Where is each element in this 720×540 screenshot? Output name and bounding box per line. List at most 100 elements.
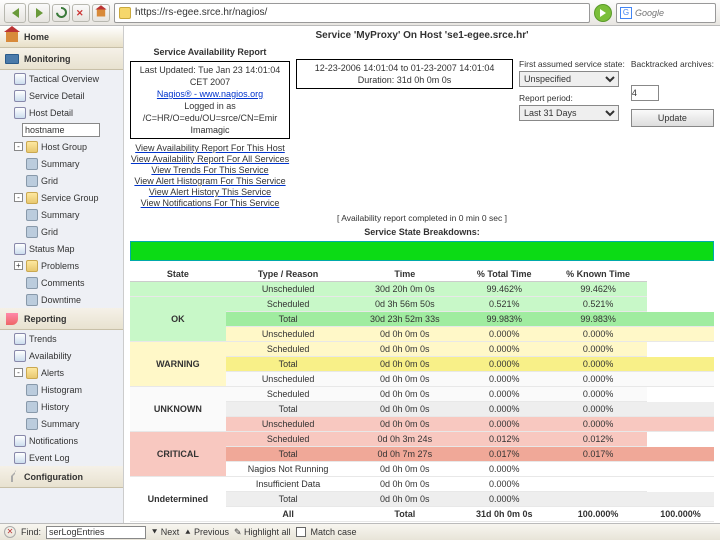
report-link[interactable]: View Alert History This Service [130,187,290,198]
find-close-button[interactable]: ✕ [4,526,16,538]
table-row: OKScheduled0d 3h 56m 50s0.521%0.521% [130,297,714,312]
sidebar-item[interactable]: Availability [0,347,123,364]
sidebar-item[interactable]: Summary [0,155,123,172]
find-input[interactable] [46,526,146,539]
cell: 0d 3h 56m 50s [350,297,459,312]
stop-icon: ✕ [76,8,86,18]
sidebar-item-icon [26,158,38,170]
sidebar-item[interactable]: Grid [0,172,123,189]
cell: 0.000% [549,357,647,372]
sidebar-item[interactable]: Event Log [0,449,123,466]
home-icon [97,9,105,16]
search-input[interactable] [635,8,705,18]
stop-button[interactable]: ✕ [72,4,90,22]
address-bar[interactable] [114,3,590,23]
cell: 0.521% [459,297,549,312]
sidebar-item-label: Histogram [41,385,82,395]
sidebar-item[interactable]: Summary [0,415,123,432]
sidebar-item[interactable]: -Service Group [0,189,123,206]
sidebar-item[interactable]: Histogram [0,381,123,398]
go-button[interactable] [594,4,612,22]
cell: 0.017% [549,447,647,462]
url-input[interactable] [135,7,585,18]
sidebar-item[interactable]: Notifications [0,432,123,449]
period-range: 12-23-2006 14:01:04 to 01-23-2007 14:01:… [301,62,508,74]
cell: Total [226,402,351,417]
sidebar-item-label: Host Group [41,142,87,152]
nagios-link[interactable]: Nagios® - www.nagios.org [135,88,285,100]
cell: 0.000% [459,462,549,477]
cell: 0d 0h 0m 0s [350,372,459,387]
col-header: % Known Time [549,267,647,282]
sidebar-head-reporting[interactable]: Reporting [0,308,123,330]
sidebar-item-label: Comments [41,278,85,288]
sidebar-item[interactable]: Comments [0,274,123,291]
browser-toolbar: ✕ G [0,0,720,26]
tree-toggle-icon[interactable]: + [14,261,23,270]
state-bar [130,241,714,261]
back-button[interactable] [4,3,26,23]
forward-button[interactable] [28,3,50,23]
report-link[interactable]: View Notifications For This Service [130,198,290,209]
sidebar-item[interactable]: Trends [0,330,123,347]
sidebar-item[interactable]: -Alerts [0,364,123,381]
sidebar-item[interactable]: - Host Group [0,138,123,155]
sidebar-head-monitoring[interactable]: Monitoring [0,48,123,70]
sidebar-item-icon [26,294,38,306]
cell: 0d 0h 0m 0s [350,387,459,402]
cell: 0.000% [549,372,647,387]
arrow-left-icon [12,8,19,18]
match-case-checkbox[interactable] [296,527,306,537]
first-state-label: First assumed service state: [519,59,625,69]
cell: 99.983% [459,312,549,327]
col-header: Type / Reason [226,267,351,282]
cell: 0.000% [459,342,549,357]
sidebar-item[interactable]: Grid [0,223,123,240]
report-link[interactable]: View Trends For This Service [130,165,290,176]
sidebar-item[interactable]: History [0,398,123,415]
logged-in: Logged in as /C=HR/O=edu/OU=srce/CN=Emir… [135,100,285,136]
sidebar-head-home[interactable]: Home [0,26,123,48]
report-link[interactable]: View Availability Report For All Service… [130,154,290,165]
sidebar-item[interactable]: Summary [0,206,123,223]
cell: 99.983% [549,312,647,327]
cell: Scheduled [226,432,351,447]
host-search-input[interactable] [22,123,100,137]
reload-button[interactable] [52,4,70,22]
report-link[interactable]: View Availability Report For This Host [130,143,290,154]
house-icon [4,29,20,45]
sidebar-item-label: Problems [41,261,79,271]
cell: 0d 0h 0m 0s [350,417,459,432]
sidebar-item-icon [26,141,38,153]
tree-toggle-icon[interactable]: - [14,368,23,377]
tree-toggle-icon[interactable]: - [14,142,23,151]
tree-toggle-icon[interactable]: - [14,193,23,202]
update-button[interactable]: Update [631,109,714,127]
backtracked-label: Backtracked archives: [631,59,714,69]
sidebar-item-label: Status Map [29,244,75,254]
sidebar-item[interactable]: Downtime [0,291,123,308]
sidebar-head-configuration[interactable]: Configuration [0,466,123,488]
sidebar-item[interactable]: + Problems [0,257,123,274]
backtracked-input[interactable] [631,85,659,101]
report-title: Service Availability Report [130,47,290,57]
find-next-button[interactable]: ⯆ Next [151,527,179,538]
sidebar-item[interactable]: Tactical Overview [0,70,123,87]
sidebar-item[interactable]: Service Detail [0,87,123,104]
state-cell: WARNING [130,342,226,387]
cell: 0.000% [459,492,549,507]
search-box[interactable]: G [616,3,716,23]
find-highlight-button[interactable]: ✎ Highlight all [234,527,291,538]
sidebar-item[interactable]: Host Detail [0,104,123,121]
sidebar-item[interactable]: Status Map [0,240,123,257]
first-state-select[interactable]: Unspecified [519,71,619,87]
report-link[interactable]: View Alert Histogram For This Service [130,176,290,187]
report-period-label: Report period: [519,93,625,103]
home-button[interactable] [92,4,110,22]
col-header: State [130,267,226,282]
find-prev-button[interactable]: ⯅ Previous [184,527,229,538]
cell: 0.000% [459,357,549,372]
cell: 0.000% [459,372,549,387]
sidebar-item-label: Summary [41,419,80,429]
report-period-select[interactable]: Last 31 Days [519,105,619,121]
